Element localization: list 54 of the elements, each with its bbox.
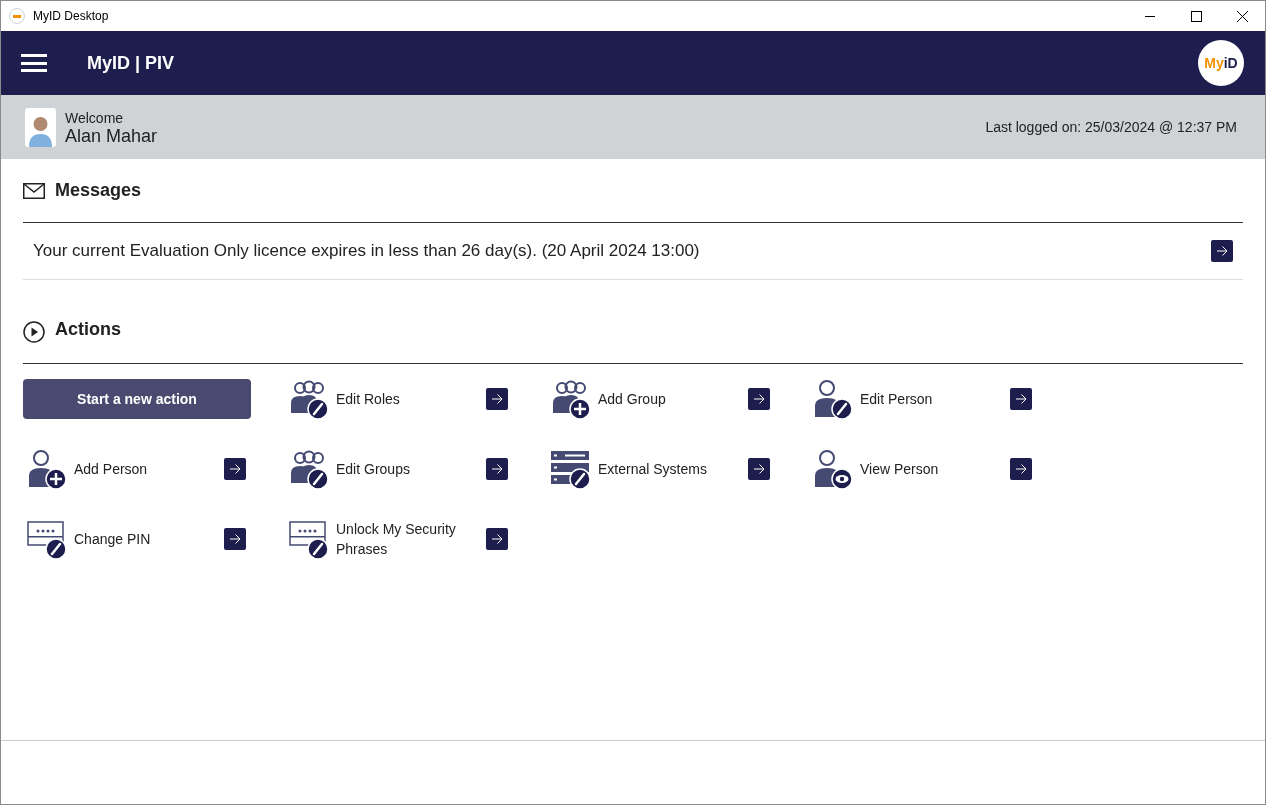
envelope-icon: [23, 182, 45, 199]
arrow-right-icon: [491, 533, 503, 545]
password-field-icon: [289, 519, 329, 559]
action-link[interactable]: Add Group: [598, 389, 738, 409]
go-button[interactable]: [1010, 458, 1032, 480]
go-button[interactable]: [486, 388, 508, 410]
action-link[interactable]: Add Person: [74, 459, 214, 479]
action-link[interactable]: Unlock My Security Phrases: [336, 519, 476, 559]
arrow-right-icon: [491, 463, 503, 475]
arrow-right-icon: [229, 463, 241, 475]
action-link[interactable]: Edit Roles: [336, 389, 476, 409]
action-link[interactable]: External Systems: [598, 459, 738, 479]
action-link[interactable]: Edit Groups: [336, 459, 476, 479]
section-heading: Actions: [55, 318, 121, 341]
arrow-right-icon: [1015, 393, 1027, 405]
arrow-right-icon: [491, 393, 503, 405]
arrow-right-icon: [1015, 463, 1027, 475]
welcome-label: Welcome: [65, 109, 125, 127]
people-icon: [551, 379, 591, 419]
person-icon: [813, 449, 853, 489]
open-message-button[interactable]: [1211, 240, 1233, 262]
go-button[interactable]: [486, 528, 508, 550]
arrow-right-icon: [229, 533, 241, 545]
server-list-icon: [551, 449, 591, 489]
app-title: MyID | PIV: [87, 51, 175, 75]
play-circle-icon: [23, 321, 45, 343]
menu-icon[interactable]: [21, 52, 47, 74]
section-heading: Messages: [55, 179, 142, 202]
action-link[interactable]: View Person: [860, 459, 1000, 479]
people-icon: [289, 449, 329, 489]
arrow-right-icon: [753, 463, 765, 475]
go-button[interactable]: [486, 458, 508, 480]
go-button[interactable]: [748, 458, 770, 480]
go-button[interactable]: [224, 458, 246, 480]
go-button[interactable]: [748, 388, 770, 410]
people-icon: [289, 379, 329, 419]
person-icon: [813, 379, 853, 419]
arrow-right-icon: [1216, 245, 1228, 257]
action-link[interactable]: Change PIN: [74, 529, 214, 549]
password-field-icon: [27, 519, 67, 559]
user-name: Alan Mahar: [65, 127, 158, 145]
brand-logo: MyiD: [1198, 40, 1244, 86]
window-title: MyID Desktop: [33, 8, 109, 25]
maximize-icon: [1190, 10, 1202, 22]
close-icon: [1236, 10, 1248, 22]
go-button[interactable]: [224, 528, 246, 550]
go-button[interactable]: [1010, 388, 1032, 410]
start-action-button[interactable]: Start a new action: [23, 379, 251, 419]
action-link[interactable]: Edit Person: [860, 389, 1000, 409]
avatar-icon: [25, 107, 56, 147]
last-logged-on: Last logged on: 25/03/2024 @ 12:37 PM: [985, 117, 1237, 137]
arrow-right-icon: [753, 393, 765, 405]
message-text: Your current Evaluation Only licence expires in less than 26 day(s). (20 April 2024 13:00): [33, 240, 700, 263]
person-icon: [27, 449, 67, 489]
